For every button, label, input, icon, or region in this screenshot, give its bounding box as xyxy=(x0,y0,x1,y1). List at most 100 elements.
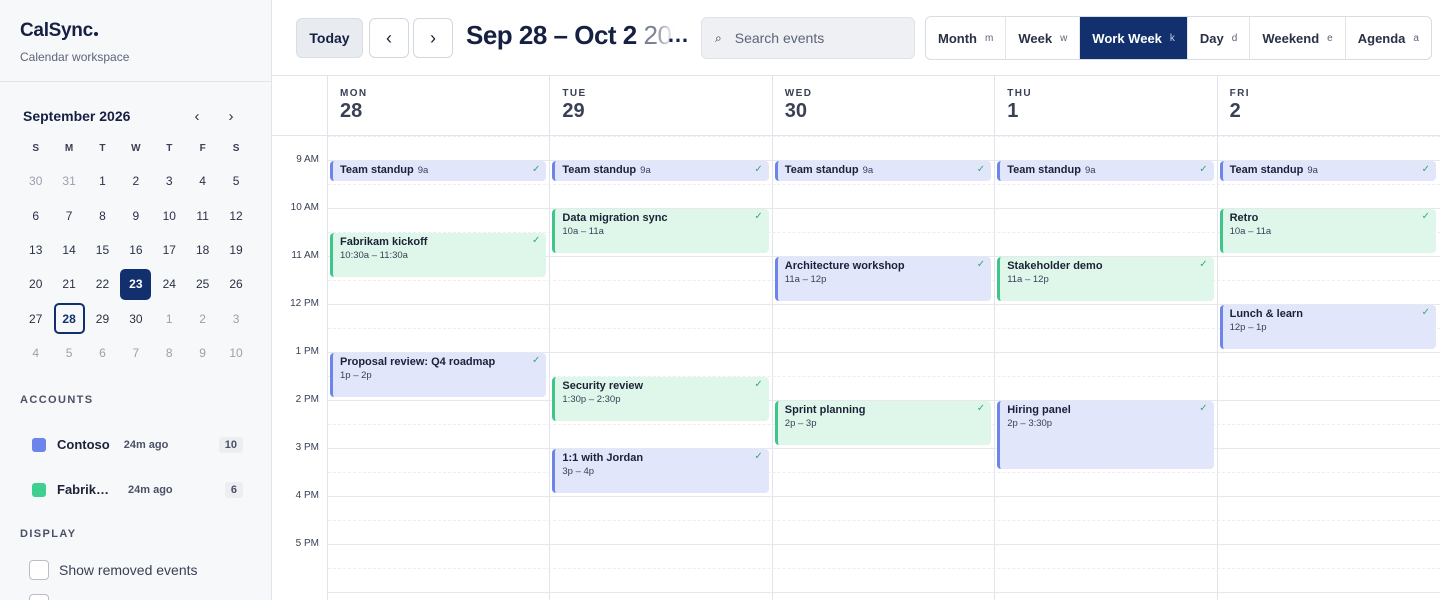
day-date: 1 xyxy=(1007,100,1019,122)
checkmark-icon: ✓ xyxy=(1199,259,1208,270)
mini-day[interactable]: 11 xyxy=(186,198,219,232)
mini-day[interactable]: 8 xyxy=(153,336,186,370)
event-time: 12p – 1p xyxy=(1229,322,1267,333)
account-row[interactable]: Contoso 24m ago 10 xyxy=(0,422,271,467)
mini-day[interactable]: 6 xyxy=(19,198,52,232)
event-time: 10a – 11a xyxy=(562,226,604,237)
calendar-event[interactable]: Proposal review: Q4 roadmap 1p – 2p ✓ xyxy=(330,353,547,397)
weekday-header: F xyxy=(199,142,206,154)
mini-day[interactable]: 1 xyxy=(86,164,119,198)
event-title: Sprint planning xyxy=(784,404,866,416)
show-removed-toggle[interactable]: Show removed events xyxy=(0,560,271,581)
calendar-event[interactable]: 1:1 with Jordan 3p – 4p ✓ xyxy=(552,449,769,493)
calendar-event[interactable]: Security review 1:30p – 2:30p ✓ xyxy=(552,377,769,421)
accounts-heading: ACCOUNTS xyxy=(20,394,94,407)
time-label: 10 AM xyxy=(290,202,319,213)
calendar-event[interactable]: Retro 10a – 11a ✓ xyxy=(1219,209,1436,253)
account-event-count: 6 xyxy=(224,481,243,498)
mini-day[interactable]: 9 xyxy=(119,198,152,232)
mini-day[interactable]: 24 xyxy=(153,267,186,301)
calendar-event[interactable]: Team standup 9a ✓ xyxy=(330,161,547,181)
event-title: 1:1 with Jordan xyxy=(562,452,644,464)
mini-day[interactable]: 17 xyxy=(153,233,186,267)
mini-day[interactable]: 19 xyxy=(219,233,252,267)
mini-day[interactable]: 13 xyxy=(19,233,52,267)
mini-day[interactable]: 16 xyxy=(119,233,152,267)
mini-day[interactable]: 7 xyxy=(119,336,152,370)
calendar-event[interactable]: Team standup 9a ✓ xyxy=(1219,161,1436,181)
view-weekend-button[interactable]: Weekend e xyxy=(1250,17,1346,59)
mini-day[interactable]: 1 xyxy=(153,302,186,336)
mini-day[interactable]: 9 xyxy=(186,336,219,370)
mini-day[interactable]: 6 xyxy=(86,336,119,370)
day-column-header[interactable]: FRI 2 xyxy=(1216,76,1439,136)
show-removed-checkbox[interactable] xyxy=(29,560,49,581)
mini-calendar-next-icon[interactable]: › xyxy=(219,104,243,128)
mini-day[interactable]: 4 xyxy=(186,164,219,198)
view-week-button[interactable]: Week w xyxy=(1006,17,1081,59)
day-date: 29 xyxy=(562,100,585,122)
next-week-button[interactable]: › xyxy=(413,18,453,58)
account-row[interactable]: Fabrikam 24m ago 6 xyxy=(0,467,271,512)
mini-calendar-grid: S M T W T F S 30 31 1 2 3 4 5 6 7 8 9 10 11 12 13 14 15 16 17 18 19… xyxy=(19,143,252,370)
mini-day[interactable]: 5 xyxy=(52,336,85,370)
mini-day[interactable]: 2 xyxy=(186,302,219,336)
calendar-event[interactable]: Stakeholder demo 11a – 12p ✓ xyxy=(997,257,1214,301)
mini-day[interactable]: 30 xyxy=(19,164,52,198)
day-column-header[interactable]: THU 1 xyxy=(994,76,1216,136)
mini-day[interactable]: 5 xyxy=(219,164,252,198)
time-label: 5 PM xyxy=(295,538,319,549)
search-input[interactable] xyxy=(734,30,895,46)
day-column-header[interactable]: TUE 29 xyxy=(549,76,771,136)
event-title: Retro xyxy=(1229,212,1259,224)
calendar-event[interactable]: Team standup 9a ✓ xyxy=(774,161,992,181)
mini-day[interactable]: 26 xyxy=(219,267,252,301)
mini-day[interactable]: 3 xyxy=(219,302,252,336)
search-box[interactable]: ⌕ xyxy=(701,17,915,59)
calendar-event[interactable]: Team standup 9a ✓ xyxy=(997,161,1214,181)
mini-day-selected[interactable]: 23 xyxy=(119,267,152,301)
mini-day[interactable]: 10 xyxy=(153,198,186,232)
mini-day[interactable]: 14 xyxy=(52,233,85,267)
mini-day-current[interactable]: 28 xyxy=(52,302,85,336)
calendar-event[interactable]: Architecture workshop 11a – 12p ✓ xyxy=(774,257,992,301)
view-month-button[interactable]: Month m xyxy=(926,17,1007,59)
mini-day[interactable]: 12 xyxy=(219,198,252,232)
mini-day[interactable]: 22 xyxy=(86,267,119,301)
day-column-header[interactable]: WED 30 xyxy=(771,76,994,136)
mini-day[interactable]: 25 xyxy=(186,267,219,301)
mini-day[interactable]: 4 xyxy=(19,336,52,370)
mini-day[interactable]: 20 xyxy=(19,267,52,301)
calendar-event[interactable]: Sprint planning 2p – 3p ✓ xyxy=(774,401,992,445)
mini-day[interactable]: 2 xyxy=(119,164,152,198)
prev-week-button[interactable]: ‹ xyxy=(369,18,409,58)
shortcut-key: e xyxy=(1327,32,1333,44)
calendar-event[interactable]: Hiring panel 2p – 3:30p ✓ xyxy=(997,401,1214,469)
mini-day[interactable]: 7 xyxy=(52,198,85,232)
event-time: 2p – 3:30p xyxy=(1007,418,1053,429)
mini-day[interactable]: 21 xyxy=(52,267,85,301)
calendar-event[interactable]: Fabrikam kickoff 10:30a – 11:30a ✓ xyxy=(330,233,547,277)
day-column-divider xyxy=(994,136,996,600)
today-button[interactable]: Today xyxy=(296,18,363,58)
mini-day[interactable]: 15 xyxy=(86,233,119,267)
calendar-event[interactable]: Data migration sync 10a – 11a ✓ xyxy=(552,209,769,253)
mini-day[interactable]: 18 xyxy=(186,233,219,267)
view-day-button[interactable]: Day d xyxy=(1188,17,1251,59)
calendar-event[interactable]: Lunch & learn 12p – 1p ✓ xyxy=(1219,305,1436,349)
mini-day[interactable]: 31 xyxy=(52,164,85,198)
mini-day[interactable]: 10 xyxy=(219,336,252,370)
mini-day[interactable]: 30 xyxy=(119,302,152,336)
view-agenda-button[interactable]: Agenda a xyxy=(1346,17,1431,59)
mini-day[interactable]: 27 xyxy=(19,302,52,336)
mini-calendar-prev-icon[interactable]: ‹ xyxy=(185,104,209,128)
calendar-event[interactable]: Team standup 9a ✓ xyxy=(552,161,769,181)
mini-day[interactable]: 29 xyxy=(86,302,119,336)
mini-day[interactable]: 8 xyxy=(86,198,119,232)
account-sync-time: 24m ago xyxy=(123,438,169,451)
view-work-week-button[interactable]: Work Week k xyxy=(1080,17,1188,59)
display-option-checkbox[interactable] xyxy=(29,594,49,600)
day-date: 2 xyxy=(1229,100,1241,122)
day-column-header[interactable]: MON 28 xyxy=(327,76,549,136)
mini-day[interactable]: 3 xyxy=(153,164,186,198)
